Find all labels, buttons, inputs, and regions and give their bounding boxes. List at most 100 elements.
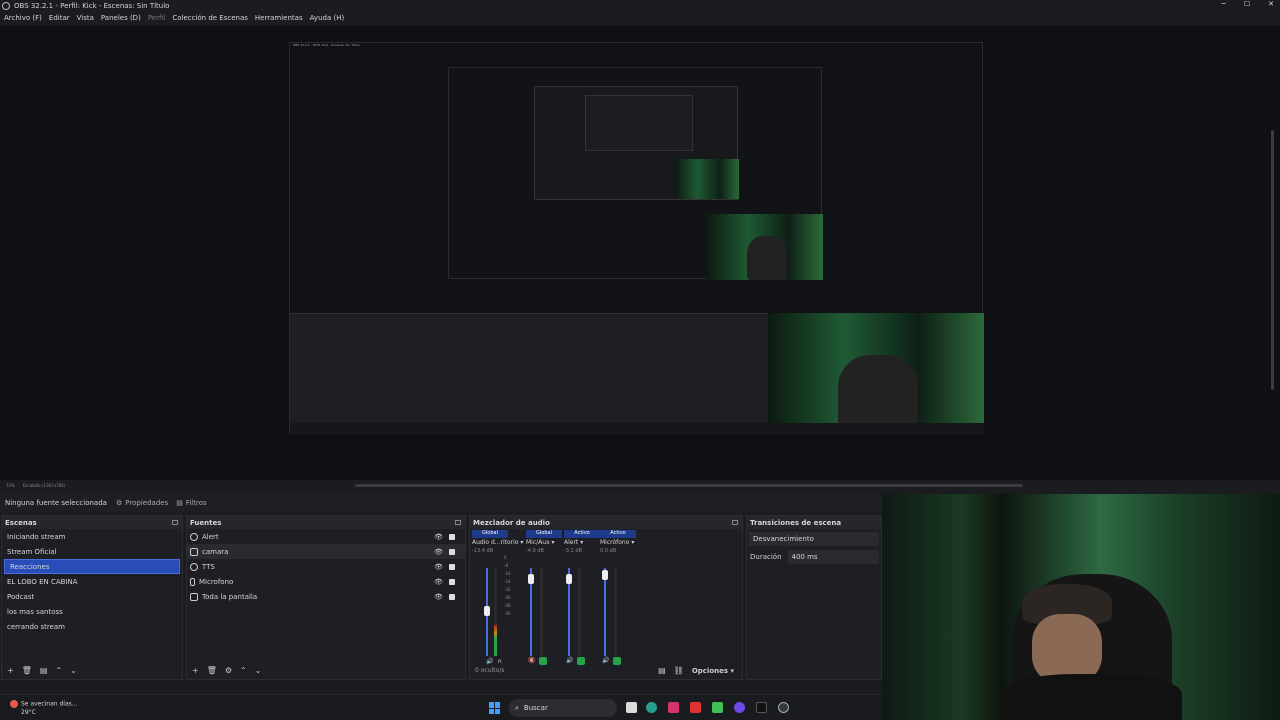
- filter-icon[interactable]: ▤: [40, 666, 48, 675]
- eye-icon[interactable]: 👁: [434, 548, 443, 556]
- source-label: Microfono: [199, 577, 234, 586]
- youtube-icon[interactable]: [690, 702, 701, 713]
- mixer-dock-title: Mezclador de audio: [470, 516, 742, 529]
- preview-horizontal-scrollbar[interactable]: [355, 484, 1023, 487]
- tiktok-icon[interactable]: [756, 702, 767, 713]
- channel-name-label: Alert: [564, 539, 579, 546]
- lock-icon[interactable]: [449, 593, 455, 600]
- preview-vertical-scrollbar[interactable]: [1271, 130, 1274, 390]
- file-explorer-icon[interactable]: [626, 702, 637, 713]
- nested-preview-1: [448, 67, 823, 280]
- source-label: camara: [202, 547, 229, 556]
- layout-icon[interactable]: ▤: [658, 666, 666, 675]
- menu-archivo[interactable]: Archivo (F): [4, 14, 42, 22]
- eye-icon[interactable]: 👁: [434, 593, 443, 601]
- undock-icon[interactable]: [455, 520, 461, 525]
- menu-herramientas[interactable]: Herramientas: [255, 14, 303, 22]
- transitions-title: Transiciones de escena: [750, 518, 842, 527]
- lock-icon[interactable]: [449, 548, 455, 555]
- nested-camera-feed: [675, 159, 739, 199]
- add-icon[interactable]: +: [7, 666, 14, 675]
- channel-mode: Activo: [600, 530, 636, 538]
- eye-icon[interactable]: 👁: [434, 578, 443, 586]
- source-item[interactable]: Alert 👁: [187, 529, 465, 544]
- volume-slider[interactable]: [604, 568, 606, 656]
- scene-item[interactable]: Iniciando stream: [2, 529, 182, 544]
- taskbar-search[interactable]: ⌕ Buscar: [509, 699, 617, 717]
- instagram-icon[interactable]: [668, 702, 679, 713]
- channel-mode: Global: [472, 530, 508, 538]
- scene-item-selected[interactable]: Reacciones: [4, 559, 180, 574]
- channel-mode: Activo: [564, 530, 600, 538]
- menu-paneles[interactable]: Paneles (D): [101, 14, 141, 22]
- source-label: Toda la pantalla: [202, 592, 258, 601]
- nested-docks: [290, 313, 768, 423]
- chevron-down-icon[interactable]: ⌄: [70, 666, 77, 675]
- menu-vista[interactable]: Vista: [77, 14, 94, 22]
- obs-icon[interactable]: [778, 702, 789, 713]
- windows-start-icon[interactable]: [489, 702, 501, 714]
- nested-menu-bar: [290, 49, 982, 55]
- edge-icon[interactable]: [646, 702, 657, 713]
- gear-icon[interactable]: ⚙: [225, 666, 232, 675]
- properties-button[interactable]: ⚙ Propiedades: [116, 499, 168, 507]
- source-item[interactable]: camara 👁: [187, 544, 465, 559]
- source-item[interactable]: TTS 👁: [187, 559, 465, 574]
- window-title: OBS 32.2.1 - Perfil: Kick - Escenas: Sin…: [14, 2, 170, 10]
- eye-icon[interactable]: 👁: [434, 533, 443, 541]
- zoom-level[interactable]: 72%: [6, 483, 15, 488]
- preview-area[interactable]: OBS 32.2.1 - Perfil: Kick - Escenas: Sin…: [0, 26, 1280, 480]
- scene-item[interactable]: los mas santoss: [2, 604, 182, 619]
- chevron-up-icon[interactable]: ⌃: [55, 666, 62, 675]
- weather-widget[interactable]: Se avecinan días... 29°C: [10, 700, 77, 717]
- streamer-figure: [747, 236, 787, 280]
- eye-icon[interactable]: 👁: [434, 563, 443, 571]
- close-button[interactable]: ✕: [1268, 0, 1274, 8]
- kick-icon[interactable]: [712, 702, 723, 713]
- channel-name[interactable]: Audio d...ritorio ▾: [472, 538, 523, 548]
- discord-icon[interactable]: [734, 702, 745, 713]
- channel-db: -4.0 dB: [526, 548, 544, 554]
- link-icon[interactable]: ⛓: [674, 666, 684, 675]
- chevron-down-icon[interactable]: ⌄: [255, 666, 262, 675]
- add-icon[interactable]: +: [192, 666, 199, 675]
- source-item[interactable]: Microfono 👁: [187, 574, 465, 589]
- minimize-button[interactable]: ─: [1222, 0, 1226, 8]
- nested-preview-3: [585, 95, 693, 151]
- scene-item[interactable]: EL LOBO EN CABINA: [2, 574, 182, 589]
- options-button[interactable]: Opciones ▾: [692, 667, 734, 675]
- channel-name[interactable]: Mic/Aux ▾: [526, 538, 562, 548]
- scene-item[interactable]: Podcast: [2, 589, 182, 604]
- menu-ayuda[interactable]: Ayuda (H): [310, 14, 345, 22]
- channel-name[interactable]: Alert ▾: [564, 538, 600, 548]
- menu-perfil[interactable]: Perfil: [148, 14, 166, 22]
- lock-icon[interactable]: [449, 578, 455, 585]
- scene-item[interactable]: Stream Oficial: [2, 544, 182, 559]
- channel-db: -3.1 dB: [564, 548, 582, 554]
- db-tick: -48: [504, 603, 511, 608]
- trash-icon[interactable]: 🗑: [22, 666, 32, 675]
- chevron-up-icon[interactable]: ⌃: [240, 666, 247, 675]
- channel-name[interactable]: Micrófono ▾: [600, 538, 636, 548]
- volume-knob[interactable]: [528, 574, 534, 584]
- duration-input[interactable]: 400 ms: [787, 550, 879, 564]
- transition-select[interactable]: Desvanecimiento: [749, 532, 879, 546]
- maximize-button[interactable]: ☐: [1244, 0, 1250, 8]
- volume-knob[interactable]: [566, 574, 572, 584]
- volume-knob[interactable]: [602, 570, 608, 580]
- undock-icon[interactable]: [732, 520, 738, 525]
- title-bar: OBS 32.2.1 - Perfil: Kick - Escenas: Sin…: [0, 0, 1280, 12]
- mixer-title: Mezclador de audio: [473, 518, 550, 527]
- filters-button[interactable]: ▤ Filtros: [176, 499, 206, 507]
- options-label: Opciones: [691, 666, 729, 675]
- lock-icon[interactable]: [449, 563, 455, 570]
- globe-icon: [190, 532, 198, 541]
- volume-knob[interactable]: [484, 606, 490, 616]
- lock-icon[interactable]: [449, 533, 455, 540]
- menu-editar[interactable]: Editar: [49, 14, 70, 22]
- source-item[interactable]: Toda la pantalla 👁: [187, 589, 465, 604]
- undock-icon[interactable]: [172, 520, 178, 525]
- menu-coleccion-escenas[interactable]: Colección de Escenas: [172, 14, 248, 22]
- scene-item[interactable]: cerrando stream: [2, 619, 182, 634]
- trash-icon[interactable]: 🗑: [207, 666, 217, 675]
